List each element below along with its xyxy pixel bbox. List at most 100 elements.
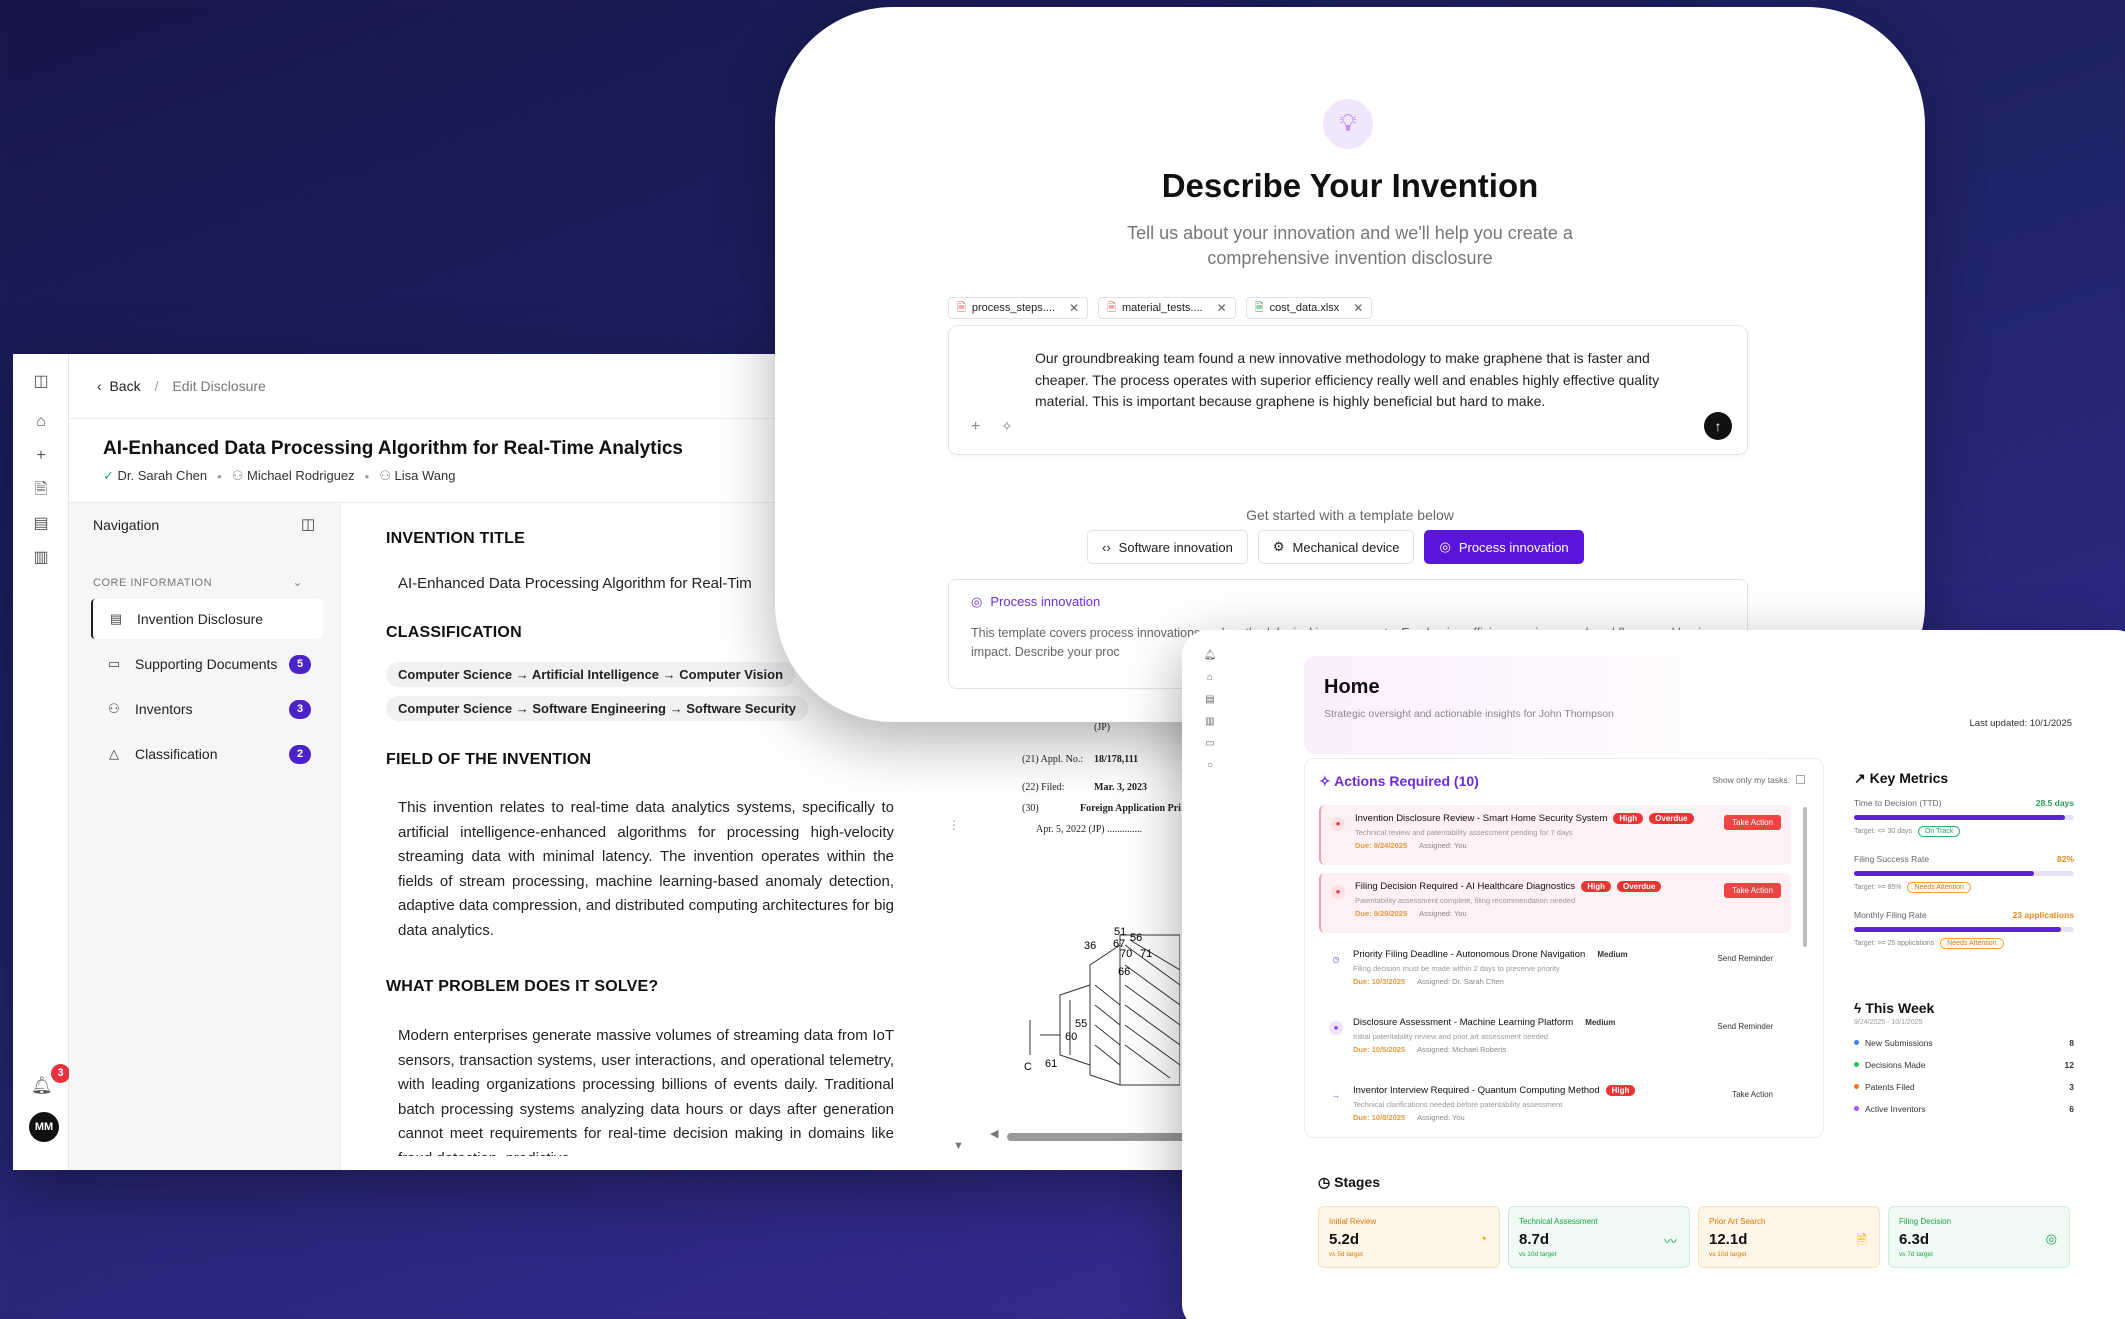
folder-icon[interactable]: ▭ — [1200, 738, 1220, 760]
send-button[interactable]: ↑ — [1704, 412, 1732, 440]
take-action-button[interactable]: Take Action — [1724, 1087, 1781, 1102]
bell-icon[interactable]: 🔔︎ — [31, 1076, 53, 1096]
stage-card[interactable]: Technical Assessment 8.7d vs 10d target … — [1508, 1206, 1690, 1268]
task-item[interactable]: ● Filing Decision Required - AI Healthca… — [1319, 873, 1791, 933]
stat-label: New Submissions — [1865, 1038, 1933, 1048]
stage-card[interactable]: Filing Decision 6.3d vs 7d target ◎ — [1888, 1206, 2070, 1268]
close-icon[interactable]: ✕ — [1069, 301, 1079, 315]
panel-toggle-icon[interactable]: ◫ — [301, 515, 315, 533]
patent-text: Mar. 3, 2023 — [1094, 782, 1147, 793]
stage-target: vs 5d target — [1329, 1251, 1363, 1258]
nav-item-classification[interactable]: △ Classification 2 — [91, 734, 323, 774]
author-name: Lisa Wang — [394, 468, 456, 483]
metric-label: Time to Decision (TTD) — [1854, 798, 1942, 808]
patent-drawing: 51 67 56 36 70 71 66 55 60 61 C — [1024, 926, 1180, 1086]
file-chip[interactable]: 🗎 process_steps.... ✕ — [948, 297, 1089, 319]
task-description: Technical review and patentability asses… — [1355, 828, 1573, 837]
stage-label: Prior Art Search — [1709, 1217, 1766, 1226]
file-search-icon[interactable]: 🗎 — [31, 480, 51, 500]
sidebar-toggle-icon[interactable]: ◫ — [31, 372, 51, 392]
patent-ref: 71 — [1140, 948, 1152, 960]
author-1: ✓ Dr. Sarah Chen — [103, 468, 207, 484]
priority-badge: High — [1613, 813, 1644, 824]
take-action-button[interactable]: Take Action — [1724, 883, 1781, 898]
stat-label: Patents Filed — [1865, 1082, 1915, 1092]
metric-label: Filing Success Rate — [1854, 854, 1930, 864]
home-icon[interactable]: ⌂ — [1200, 672, 1220, 694]
home-icon[interactable]: ⌂ — [31, 412, 51, 432]
avatar[interactable]: MM — [29, 1112, 59, 1142]
stage-card[interactable]: Initial Review 5.2d vs 5d target ◔ — [1318, 1206, 1500, 1268]
card-subtitle: Tell us about your innovation and we'll … — [1127, 223, 1573, 268]
vertical-scrollbar[interactable] — [1803, 807, 1807, 947]
stat-label: Decisions Made — [1865, 1060, 1926, 1070]
metric-filing-rate: Monthly Filing Rate 23 applications Targe… — [1854, 910, 2074, 949]
metric-bar — [1854, 815, 2074, 820]
metric-bar — [1854, 871, 2074, 876]
document-icon[interactable]: ▤ — [31, 514, 51, 534]
document-icon[interactable]: ▤ — [1200, 694, 1220, 716]
nav-item-invention-disclosure[interactable]: ▤ Invention Disclosure — [91, 599, 323, 639]
task-due: Due: 10/8/2025 — [1353, 1113, 1406, 1122]
target-icon: ◎ — [2045, 1231, 2057, 1246]
stat-value: 6 — [2069, 1104, 2074, 1114]
chart-icon[interactable]: ▥ — [31, 548, 51, 568]
task-item[interactable]: → Inventor Interview Required - Quantum … — [1319, 1077, 1791, 1127]
field-text[interactable]: This invention relates to real-time data… — [398, 796, 894, 943]
nav-item-label: Invention Disclosure — [137, 611, 264, 627]
close-icon[interactable]: ✕ — [1353, 301, 1363, 315]
metric-target: Target: <= 30 days — [1854, 828, 1912, 835]
chart-icon[interactable]: ▥ — [1200, 716, 1220, 738]
bell-icon[interactable]: 🔔︎ — [1200, 650, 1220, 672]
nav-section-core-information[interactable]: CORE INFORMATION ⌄ — [93, 575, 303, 589]
author-name: Dr. Sarah Chen — [117, 468, 208, 483]
plus-icon[interactable]: + — [31, 446, 51, 466]
task-item[interactable]: ● Disclosure Assessment - Machine Learni… — [1319, 1009, 1791, 1069]
sparkle-icon[interactable]: ✧ — [1001, 418, 1013, 435]
task-item[interactable]: ● Invention Disclosure Review - Smart Ho… — [1319, 805, 1791, 865]
stage-card[interactable]: Prior Art Search 12.1d vs 10d target 🗎 — [1698, 1206, 1880, 1268]
patent-ref: 56 — [1130, 932, 1142, 944]
patent-text: (JP) — [1094, 722, 1111, 733]
settings-icon[interactable]: ○ — [1200, 760, 1220, 782]
task-due: Due: 9/24/2025 — [1355, 841, 1408, 850]
template-process-button[interactable]: ◎ Process innovation — [1424, 530, 1584, 564]
task-meta: Due: 10/8/2025 Assigned: You — [1353, 1113, 1779, 1122]
this-week: ϟ This Week 9/24/2025 - 10/1/2025 New Su… — [1854, 1000, 2074, 1114]
task-meta: Due: 9/29/2025 Assigned: You — [1355, 909, 1779, 918]
nav-item-inventors[interactable]: ⚇ Inventors 3 — [91, 689, 323, 729]
send-reminder-button[interactable]: Send Reminder — [1709, 1019, 1781, 1034]
task-item[interactable]: ◷ Priority Filing Deadline - Autonomous … — [1319, 941, 1791, 1001]
status-pill: Needs Attention — [1940, 938, 2004, 949]
nav-item-supporting-documents[interactable]: ▭ Supporting Documents 5 — [91, 644, 323, 684]
task-assignee: Assigned: Dr. Sarah Chen — [1417, 977, 1504, 986]
task-name: Disclosure Assessment - Machine Learning… — [1353, 1017, 1574, 1028]
scroll-left-icon[interactable]: ◀ — [990, 1127, 998, 1140]
back-button[interactable]: ‹ Back — [97, 378, 141, 394]
back-label: Back — [109, 378, 141, 394]
take-action-button[interactable]: Take Action — [1724, 815, 1781, 830]
last-updated: Last updated: 10/1/2025 — [1969, 718, 2072, 729]
classification-chip[interactable]: Computer Science → Artificial Intelligen… — [386, 662, 796, 687]
close-icon[interactable]: ✕ — [1217, 301, 1227, 315]
template-mechanical-button[interactable]: ⚙ Mechanical device — [1257, 530, 1415, 564]
file-chip[interactable]: 🗎 material_tests.... ✕ — [1098, 297, 1236, 319]
problem-text[interactable]: Modern enterprises generate massive volu… — [398, 1024, 894, 1156]
plus-icon[interactable]: + — [971, 418, 980, 436]
stage-value: 5.2d — [1329, 1231, 1360, 1248]
my-tasks-filter[interactable]: Show only my tasks: — [1713, 775, 1805, 785]
classification-chip[interactable]: Computer Science → Software Engineering … — [386, 696, 809, 721]
template-software-button[interactable]: ‹› Software innovation — [1087, 530, 1248, 564]
send-reminder-button[interactable]: Send Reminder — [1709, 951, 1781, 966]
priority-badge: High — [1605, 1085, 1636, 1096]
horizontal-scrollbar[interactable] — [1007, 1133, 1207, 1141]
scroll-down-icon[interactable]: ▼ — [953, 1140, 964, 1152]
resize-handle-icon[interactable]: ⋮ — [948, 818, 960, 832]
invention-title-value[interactable]: AI-Enhanced Data Processing Algorithm fo… — [398, 572, 788, 597]
task-assignee: Assigned: Michael Roberts — [1417, 1045, 1507, 1054]
task-meta: Due: 10/5/2025 Assigned: Michael Roberts — [1353, 1045, 1779, 1054]
my-tasks-checkbox[interactable] — [1796, 775, 1805, 784]
overdue-badge: Overdue — [1649, 813, 1694, 824]
file-chip[interactable]: 🗎 cost_data.xlsx ✕ — [1245, 297, 1373, 319]
invention-description-input[interactable]: Our groundbreaking team found a new inno… — [948, 325, 1748, 455]
